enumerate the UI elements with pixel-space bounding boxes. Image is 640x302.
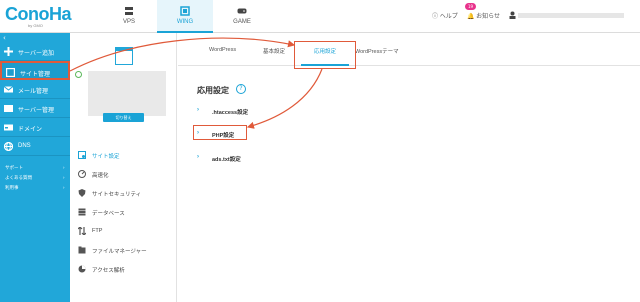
- sidebar-item-label: メール管理: [18, 89, 49, 95]
- tab-basic-settings[interactable]: 基本設定: [263, 47, 285, 55]
- shield-icon: [78, 189, 86, 197]
- mail-icon: [4, 86, 13, 93]
- folder-icon: [78, 246, 86, 254]
- main-content: WordPress 基本設定 応用設定 WordPressテーマ 応用設定 ? …: [178, 33, 640, 302]
- nav-wing[interactable]: WING: [157, 0, 213, 33]
- conoha-logo[interactable]: ConoHa: [5, 4, 72, 25]
- tab-wordpress-theme[interactable]: WordPressテーマ: [355, 47, 399, 55]
- sidebar-item-domain[interactable]: ドメイン: [0, 118, 70, 137]
- sidebar-item-dns[interactable]: DNS: [0, 137, 70, 156]
- logo-subtitle: by GMO: [28, 23, 43, 28]
- sidebar-item-site-manage[interactable]: サイト管理: [0, 61, 70, 80]
- tab-highlight-box: [294, 41, 356, 69]
- site-icon: [6, 68, 15, 77]
- menu-label: ファイルマネージャー: [92, 249, 147, 255]
- sidebar-small-label: サポート: [5, 165, 23, 170]
- user-account-name[interactable]: [518, 13, 624, 18]
- nav-wing-label: WING: [176, 19, 194, 25]
- sidebar-faq[interactable]: よくある質問 ›: [5, 175, 65, 181]
- top-header: ConoHa by GMO VPS WING GAME ⓘ ヘルプ 19 🔔 お…: [0, 0, 640, 33]
- sidebar-item-label: サーバー追加: [18, 51, 54, 57]
- sidebar-item-add-server[interactable]: サーバー追加: [0, 42, 70, 61]
- domain-icon: [4, 124, 13, 131]
- notice-label: お知らせ: [476, 14, 501, 20]
- menu-label: アクセス解析: [92, 268, 125, 274]
- help-label: ヘルプ: [439, 14, 458, 20]
- site-panel: 切り替え サイト設定 高速化 サイトセキュリティ データベース FTP ファイル…: [70, 33, 177, 302]
- setting-label: .htaccess設定: [212, 110, 249, 116]
- sidebar-collapse-icon[interactable]: ‹: [3, 34, 6, 42]
- ftp-icon: [78, 227, 86, 235]
- chevron-right-icon: ›: [63, 175, 65, 180]
- help-link[interactable]: ⓘ ヘルプ: [432, 11, 458, 20]
- menu-label: 高速化: [92, 173, 109, 179]
- sidebar-small-label: よくある質問: [5, 175, 32, 180]
- bell-icon: 🔔: [467, 14, 475, 20]
- site-preview: [88, 71, 166, 116]
- tab-wordpress[interactable]: WordPress: [209, 47, 236, 53]
- setting-label: ads.txt設定: [212, 157, 241, 163]
- site-settings-icon: [78, 151, 86, 159]
- notice-link[interactable]: 🔔 お知らせ: [467, 11, 500, 20]
- sidebar-small-label: 利用事: [5, 185, 19, 190]
- sidebar-item-label: ドメイン: [18, 127, 43, 133]
- sidebar-terms[interactable]: 利用事 ›: [5, 185, 65, 191]
- globe-icon: [4, 142, 13, 151]
- section-title: 応用設定: [197, 86, 229, 95]
- menu-label: FTP: [92, 228, 103, 234]
- wing-icon: [180, 6, 190, 16]
- sidebar-support[interactable]: サポート ›: [5, 165, 65, 171]
- setting-label: PHP設定: [212, 133, 235, 139]
- nav-game[interactable]: GAME: [214, 0, 270, 33]
- menu-label: サイトセキュリティ: [92, 192, 142, 198]
- chevron-right-icon: ›: [63, 165, 65, 170]
- sidebar-item-label: DNS: [18, 143, 31, 149]
- help-icon[interactable]: ?: [236, 84, 246, 94]
- gamepad-icon: [237, 8, 247, 14]
- status-check-icon: [75, 71, 82, 78]
- help-icon: ⓘ: [432, 14, 439, 20]
- settings-tabs: WordPress 基本設定 応用設定 WordPressテーマ: [178, 33, 640, 69]
- notice-count-badge: 19: [465, 3, 477, 10]
- chevron-right-icon: ›: [197, 107, 199, 113]
- server-manage-icon: [4, 105, 13, 112]
- chevron-right-icon: ›: [63, 185, 65, 190]
- nav-vps-label: VPS: [122, 19, 135, 25]
- sidebar-item-label: サーバー管理: [18, 108, 54, 114]
- sidebar-item-mail[interactable]: メール管理: [0, 80, 70, 99]
- nav-game-label: GAME: [233, 19, 251, 25]
- plus-icon: [4, 47, 13, 56]
- switch-site-button[interactable]: 切り替え: [103, 113, 144, 122]
- sidebar-item-label: サイト管理: [20, 72, 51, 78]
- chevron-right-icon: ›: [197, 154, 199, 160]
- database-icon: [78, 208, 86, 216]
- menu-label: データベース: [92, 211, 125, 217]
- site-thumbnail-icon: [115, 47, 133, 65]
- user-icon[interactable]: [509, 11, 516, 19]
- speed-icon: [78, 170, 86, 178]
- server-icon: [125, 7, 133, 15]
- sidebar-item-server-manage[interactable]: サーバー管理: [0, 99, 70, 118]
- menu-label: サイト設定: [92, 154, 120, 160]
- chevron-right-icon: ›: [197, 130, 199, 136]
- chart-icon: [78, 265, 86, 273]
- left-sidebar: ‹ サーバー追加 サイト管理 メール管理 サーバー管理 ドメイン DNS サポー…: [0, 33, 70, 302]
- nav-vps[interactable]: VPS: [101, 0, 157, 33]
